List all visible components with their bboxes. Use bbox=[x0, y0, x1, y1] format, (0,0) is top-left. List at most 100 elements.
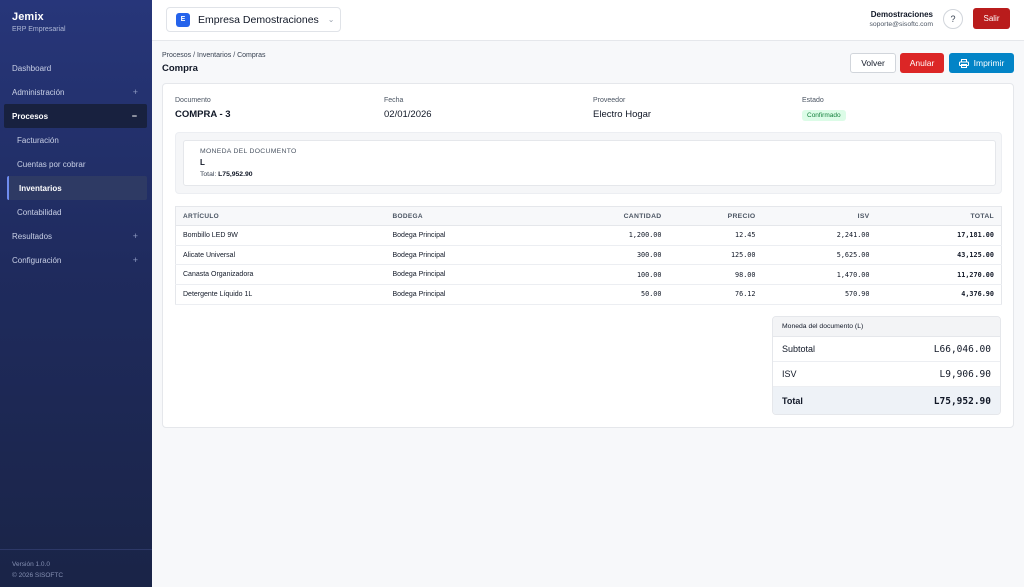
chevron-down-icon: ⌄ bbox=[327, 15, 335, 24]
sidebar-item-label: Dashboard bbox=[12, 63, 52, 73]
currency-total-label: Total: bbox=[200, 171, 217, 178]
subtotal-value: L66,046.00 bbox=[933, 343, 991, 355]
cell-warehouse: Bodega Principal bbox=[385, 284, 526, 305]
isv-label: ISV bbox=[782, 369, 797, 379]
breadcrumb: Procesos / Inventarios / Compras bbox=[162, 52, 266, 59]
column-header: BODEGA bbox=[385, 206, 526, 226]
isv-value: L9,906.90 bbox=[939, 368, 991, 380]
cell-price: 12.45 bbox=[668, 225, 763, 246]
cell-total: 43,125.00 bbox=[876, 245, 1002, 266]
total-row: Total L75,952.90 bbox=[773, 387, 1000, 414]
column-header: ARTÍCULO bbox=[175, 206, 386, 226]
cell-quantity: 300.00 bbox=[525, 245, 669, 266]
sidebar-item-dashboard[interactable]: Dashboard bbox=[0, 56, 152, 80]
logout-button[interactable]: Salir bbox=[973, 8, 1010, 29]
sidebar-nav: Dashboard Administración + Procesos − Fact… bbox=[0, 56, 152, 272]
cell-quantity: 100.00 bbox=[525, 264, 669, 286]
table-header-row: ARTÍCULO BODEGA CANTIDAD PRECIO ISV TOTA… bbox=[175, 206, 1002, 226]
sidebar-item-label: Cuentas por cobrar bbox=[17, 159, 86, 169]
sidebar-item-label: Contabilidad bbox=[17, 207, 62, 217]
currency-total-value: L75,952.90 bbox=[218, 171, 253, 178]
totals-summary: Moneda del documento (L) Subtotal L66,04… bbox=[772, 316, 1001, 415]
cell-warehouse: Bodega Principal bbox=[385, 245, 526, 266]
status-label: Estado bbox=[802, 97, 824, 104]
user-info: Demostraciones soporte@sisoftc.com bbox=[869, 10, 933, 28]
table-row: Alicate Universal Bodega Principal 300.0… bbox=[175, 245, 1002, 266]
total-value: L75,952.90 bbox=[933, 395, 991, 407]
subtotal-row: Subtotal L66,046.00 bbox=[773, 337, 1000, 362]
summary-header: Moneda del documento (L) bbox=[773, 317, 1000, 337]
user-email: soporte@sisoftc.com bbox=[869, 21, 933, 28]
date-label: Fecha bbox=[384, 97, 404, 104]
cell-article: Canasta Organizadora bbox=[175, 264, 386, 286]
cell-isv: 2,241.00 bbox=[762, 225, 877, 246]
cell-isv: 1,470.00 bbox=[762, 264, 877, 286]
sidebar-item-cuentas-por-cobrar[interactable]: Cuentas por cobrar bbox=[0, 152, 152, 176]
cell-article: Alicate Universal bbox=[175, 245, 386, 266]
version-text: Versión 1.0.0 bbox=[12, 561, 50, 568]
brand-subtitle: ERP Empresarial bbox=[12, 26, 66, 33]
sidebar-item-contabilidad[interactable]: Contabilidad bbox=[0, 200, 152, 224]
column-header: ISV bbox=[762, 206, 877, 226]
status-badge: Confirmado bbox=[802, 110, 846, 121]
cell-price: 76.12 bbox=[668, 284, 763, 305]
cell-isv: 5,625.00 bbox=[762, 245, 877, 266]
sidebar-item-label: Procesos bbox=[12, 111, 49, 121]
company-badge: E bbox=[176, 12, 190, 27]
cell-isv: 570.90 bbox=[762, 284, 877, 305]
currency-value: L bbox=[200, 158, 205, 167]
sidebar-item-administracion[interactable]: Administración + bbox=[0, 80, 152, 104]
sidebar-footer: Versión 1.0.0 © 2026 SISOFTC bbox=[0, 549, 152, 587]
table-row: Bombillo LED 9W Bodega Principal 1,200.0… bbox=[175, 225, 1002, 246]
expand-icon: + bbox=[132, 87, 138, 97]
sidebar-item-label: Resultados bbox=[12, 231, 53, 241]
currency-total: Total: L75,952.90 bbox=[200, 171, 995, 178]
table-row: Canasta Organizadora Bodega Principal 10… bbox=[175, 264, 1002, 286]
cell-warehouse: Bodega Principal bbox=[385, 225, 526, 246]
sidebar-item-configuracion[interactable]: Configuración + bbox=[0, 248, 152, 272]
cell-quantity: 50.00 bbox=[525, 284, 669, 305]
cancel-button[interactable]: Anular bbox=[900, 53, 944, 73]
print-label: Imprimir bbox=[973, 58, 1005, 68]
collapse-icon: − bbox=[131, 111, 137, 121]
brand-name: Jemix bbox=[12, 11, 44, 23]
table-row: Detergente Líquido 1L Bodega Principal 5… bbox=[175, 284, 1002, 305]
sidebar-item-label: Inventarios bbox=[19, 183, 62, 193]
sidebar-item-inventarios[interactable]: Inventarios bbox=[7, 176, 147, 200]
help-icon[interactable]: ? bbox=[943, 9, 963, 29]
sidebar-item-label: Administración bbox=[12, 87, 65, 97]
supplier-field: Proveedor Electro Hogar bbox=[593, 97, 651, 120]
supplier-label: Proveedor bbox=[593, 97, 626, 104]
cell-quantity: 1,200.00 bbox=[525, 225, 669, 246]
expand-icon: + bbox=[132, 255, 138, 265]
sidebar-item-procesos[interactable]: Procesos − bbox=[4, 104, 147, 128]
cell-article: Detergente Líquido 1L bbox=[175, 284, 386, 305]
document-label: Documento bbox=[175, 97, 211, 104]
subtotal-label: Subtotal bbox=[782, 344, 816, 354]
cell-warehouse: Bodega Principal bbox=[385, 264, 526, 286]
status-field: Estado Confirmado bbox=[802, 97, 846, 122]
sidebar-item-label: Facturación bbox=[17, 135, 59, 145]
print-button[interactable]: Imprimir bbox=[949, 53, 1014, 73]
purchase-card: Documento COMPRA - 3 Fecha 02/01/2026 Pr… bbox=[162, 83, 1014, 428]
expand-icon: + bbox=[132, 231, 138, 241]
column-header: TOTAL bbox=[876, 206, 1002, 226]
supplier-name: Electro Hogar bbox=[593, 109, 652, 120]
items-table: ARTÍCULO BODEGA CANTIDAD PRECIO ISV TOTA… bbox=[175, 206, 1002, 305]
copyright-text: © 2026 SISOFTC bbox=[12, 572, 64, 579]
user-name: Demostraciones bbox=[870, 10, 933, 19]
back-button[interactable]: Volver bbox=[850, 53, 896, 73]
sidebar-item-facturacion[interactable]: Facturación bbox=[0, 128, 152, 152]
company-selector[interactable]: E Empresa Demostraciones ⌄ bbox=[166, 7, 341, 32]
page-title: Compra bbox=[162, 63, 198, 74]
brand: Jemix ERP Empresarial bbox=[0, 0, 152, 50]
company-name: Empresa Demostraciones bbox=[198, 13, 319, 26]
cell-price: 98.00 bbox=[668, 264, 763, 286]
date-field: Fecha 02/01/2026 bbox=[384, 97, 432, 120]
printer-icon bbox=[958, 58, 969, 68]
column-header: PRECIO bbox=[668, 206, 763, 226]
document-date: 02/01/2026 bbox=[384, 109, 432, 120]
document-field: Documento COMPRA - 3 bbox=[175, 97, 231, 120]
sidebar-item-resultados[interactable]: Resultados + bbox=[0, 224, 152, 248]
cell-total: 11,270.00 bbox=[876, 264, 1002, 286]
